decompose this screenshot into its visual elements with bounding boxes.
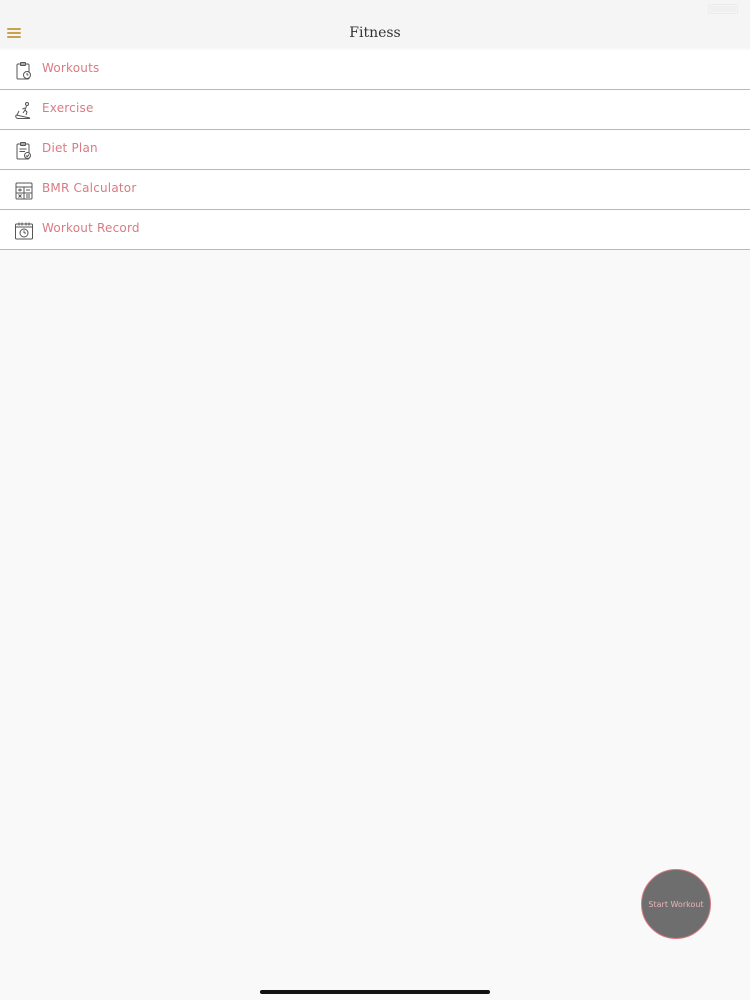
menu-item-label: BMR Calculator <box>42 181 137 195</box>
page-title: Fitness <box>349 25 401 41</box>
menu-item-label: Workout Record <box>42 221 140 235</box>
menu-item-bmr-calculator[interactable]: BMR Calculator <box>0 170 750 210</box>
treadmill-icon <box>14 101 34 121</box>
menu-item-exercise[interactable]: Exercise <box>0 90 750 130</box>
calendar-clock-icon <box>14 221 34 241</box>
start-workout-label: Start Workout <box>648 899 704 909</box>
menu-item-workouts[interactable]: Workouts <box>0 50 750 90</box>
status-bar <box>0 0 750 18</box>
nav-bar: Fitness <box>0 18 750 48</box>
menu-item-label: Diet Plan <box>42 141 98 155</box>
battery-fill <box>710 6 736 12</box>
menu-item-label: Workouts <box>42 61 100 75</box>
home-indicator[interactable] <box>260 990 490 994</box>
status-indicators <box>702 4 738 14</box>
menu-list: Workouts Exercise Diet Plan BMR Calculat… <box>0 50 750 250</box>
calculator-icon <box>14 181 34 201</box>
menu-item-workout-record[interactable]: Workout Record <box>0 210 750 250</box>
battery-icon <box>708 4 738 14</box>
start-workout-button[interactable]: Start Workout <box>641 869 711 939</box>
clipboard-check-icon <box>14 141 34 161</box>
menu-item-label: Exercise <box>42 101 94 115</box>
menu-item-diet-plan[interactable]: Diet Plan <box>0 130 750 170</box>
clipboard-timer-icon <box>14 61 34 81</box>
